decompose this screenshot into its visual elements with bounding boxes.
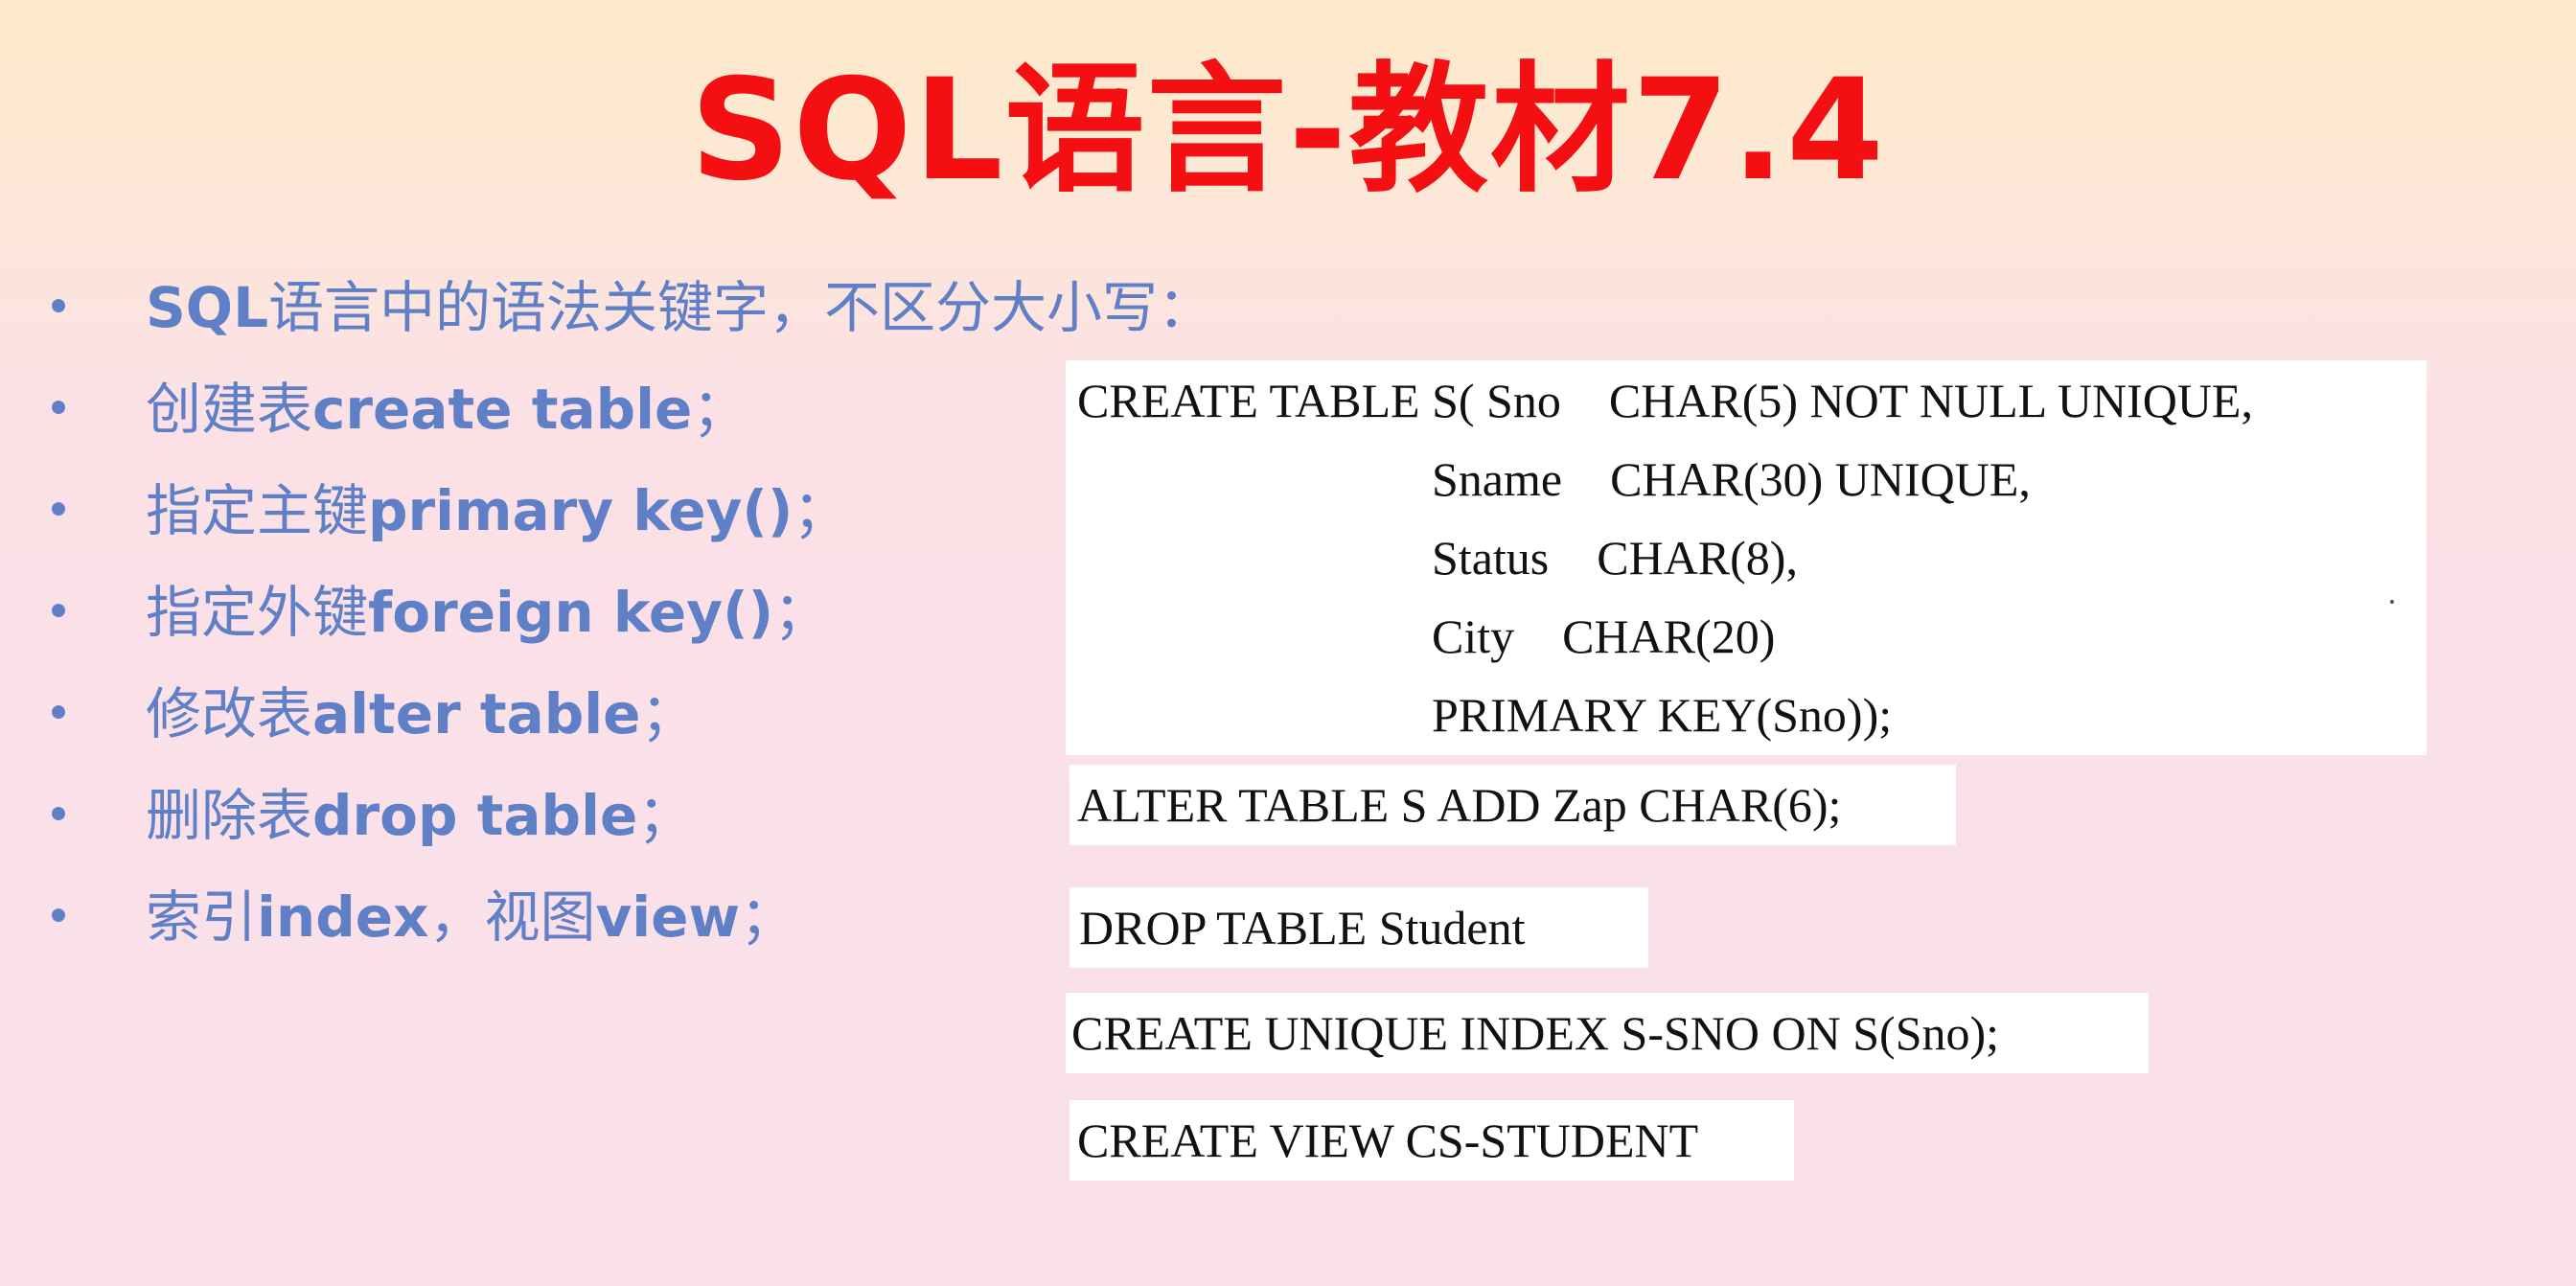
bullet-text: 创建表create table； [146,358,748,460]
bullet-list: • SQL语言中的语法关键字，不区分大小写： • 创建表create table… [38,257,1213,968]
bullet-chinese: 指定主键 [146,478,369,543]
bullet-keyword: primary key() [368,478,794,543]
bullet-chinese: 索引 [146,884,258,950]
decorative-speck [2390,600,2394,604]
bullet-keyword: index [257,884,429,950]
bullet-text: 指定主键primary key()； [146,460,848,562]
bullet-dot-icon: • [44,484,73,538]
bullet-chinese: 修改表 [146,681,313,746]
code-create-table: CREATE TABLE S( Sno CHAR(5) NOT NULL UNI… [1066,360,2426,755]
bullet-keyword-2: view [595,884,741,950]
bullet-keyword: create table [312,377,693,442]
bullet-tail: ； [773,580,830,645]
slide-title: SQL语言-教材7.4 [690,49,1886,212]
bullet-dot-icon: • [44,382,73,436]
bullet-item-create-table: • 创建表create table； [38,358,997,460]
code-create-view: CREATE VIEW CS-STUDENT [1070,1100,1794,1181]
bullet-tail: ； [793,478,849,543]
bullet-text: 指定外键foreign key()； [146,562,829,663]
bullet-item-foreign-key: • 指定外键foreign key()； [38,562,997,663]
bullet-dot-icon: • [44,281,73,334]
bullet-tail: ； [692,377,748,442]
code-line: CREATE VIEW CS-STUDENT [1077,1114,1699,1167]
bullet-tail: ； [640,681,697,746]
bullet-text: 删除表drop table； [146,765,693,866]
code-line: City CHAR(20) [1432,609,1776,663]
bullet-tail: 语言中的语法关键字，不区分大小写： [268,275,1214,340]
bullet-keyword: alter table [312,681,641,746]
bullet-keyword: drop table [312,783,638,848]
bullet-dot-icon: • [44,687,73,741]
code-line: ALTER TABLE S ADD Zap CHAR(6); [1077,778,1842,832]
bullet-item-index-view: • 索引index，视图view； [38,866,997,968]
code-drop-table: DROP TABLE Student [1070,887,1648,968]
code-line: CREATE TABLE S( Sno CHAR(5) NOT NULL UNI… [1077,374,2253,427]
bullet-item-case-insensitive: • SQL语言中的语法关键字，不区分大小写： [38,257,1213,358]
bullet-keyword: foreign key() [368,580,774,645]
bullet-item-drop-table: • 删除表drop table； [38,765,997,866]
bullet-text: SQL语言中的语法关键字，不区分大小写： [146,257,1213,358]
code-line: CREATE UNIQUE INDEX S-SNO ON S(Sno); [1071,1006,2000,1060]
bullet-tail: ，视图 [428,884,596,950]
code-line: Sname CHAR(30) UNIQUE, [1432,452,2031,506]
code-line: DROP TABLE Student [1079,901,1526,954]
code-alter-table: ALTER TABLE S ADD Zap CHAR(6); [1070,765,1956,845]
code-line: PRIMARY KEY(Sno)); [1432,688,1893,742]
bullet-tail-2: ； [740,884,796,950]
bullet-chinese: 指定外键 [146,580,369,645]
bullet-text: 索引index，视图view； [146,866,795,968]
bullet-tail: ； [637,783,694,848]
bullet-text: 修改表alter table； [146,663,697,765]
bullet-chinese: 创建表 [146,377,313,442]
code-line: Status CHAR(8), [1432,531,1798,585]
code-create-index: CREATE UNIQUE INDEX S-SNO ON S(Sno); [1066,993,2149,1073]
bullet-dot-icon: • [44,586,73,639]
bullet-item-alter-table: • 修改表alter table； [38,663,997,765]
bullet-dot-icon: • [44,789,73,842]
bullet-keyword: SQL [146,275,269,340]
bullet-dot-icon: • [44,890,73,944]
bullet-chinese: 删除表 [146,783,313,848]
bullet-item-primary-key: • 指定主键primary key()； [38,460,997,562]
